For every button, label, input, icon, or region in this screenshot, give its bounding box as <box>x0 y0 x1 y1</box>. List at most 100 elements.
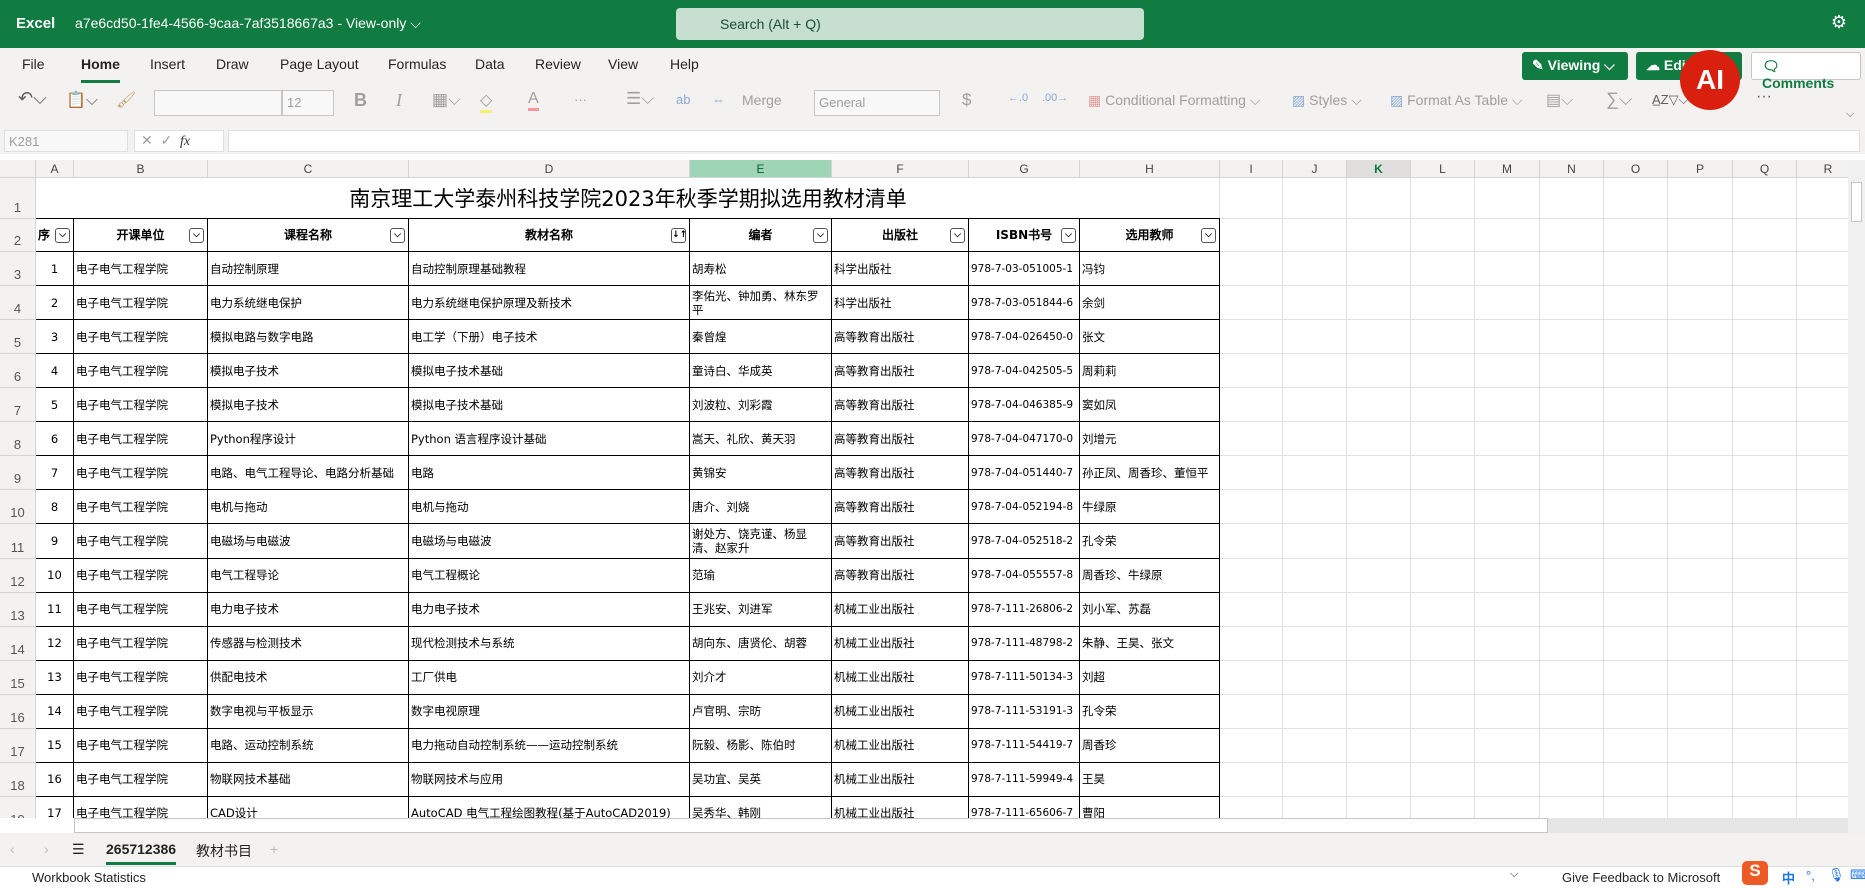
ribbon-expand-icon[interactable]: ⌵ <box>1846 108 1854 121</box>
column-header-L[interactable]: L <box>1411 160 1475 178</box>
department-cell[interactable]: 电子电气工程学院 <box>74 490 208 525</box>
editor-cell[interactable]: 卢官明、宗昉 <box>690 694 832 729</box>
teacher-cell[interactable]: 周莉莉 <box>1080 354 1220 389</box>
teacher-cell[interactable]: 窦如凤 <box>1080 388 1220 423</box>
isbn-cell[interactable]: 978-7-111-26806-2 <box>969 592 1080 627</box>
teacher-cell[interactable]: 牛绿原 <box>1080 490 1220 525</box>
row-header[interactable]: 18 <box>0 762 36 797</box>
department-cell[interactable]: 电子电气工程学院 <box>74 558 208 593</box>
editor-cell[interactable]: 刘波粒、刘彩霞 <box>690 388 832 423</box>
more-icon[interactable]: ··· <box>574 92 587 107</box>
teacher-cell[interactable]: 孔令荣 <box>1080 524 1220 559</box>
editor-cell[interactable]: 范瑜 <box>690 558 832 593</box>
course-cell[interactable]: 电机与拖动 <box>208 490 409 525</box>
bold-button[interactable]: B <box>354 90 367 111</box>
textbook-cell[interactable]: 电力系统继电保护原理及新技术 <box>409 286 690 321</box>
column-header-G[interactable]: G <box>969 160 1080 178</box>
publisher-cell[interactable]: 机械工业出版社 <box>832 660 969 695</box>
publisher-cell[interactable]: 高等教育出版社 <box>832 354 969 389</box>
filter-dropdown-icon[interactable]: ⌵ <box>813 228 828 243</box>
publisher-cell[interactable]: 高等教育出版社 <box>832 320 969 355</box>
column-header-N[interactable]: N <box>1540 160 1604 178</box>
department-cell[interactable]: 电子电气工程学院 <box>74 728 208 763</box>
course-cell[interactable]: 电气工程导论 <box>208 558 409 593</box>
row-header[interactable]: 1 <box>0 178 36 219</box>
seq-cell[interactable]: 7 <box>36 456 74 491</box>
borders-icon[interactable]: ▦⌵ <box>432 90 461 110</box>
more-options-icon[interactable]: ··· <box>1756 88 1772 106</box>
tab-page-layout[interactable]: Page Layout <box>280 56 359 72</box>
isbn-cell[interactable]: 978-7-04-052518-2 <box>969 524 1080 559</box>
editor-cell[interactable]: 阮毅、杨影、陈伯时 <box>690 728 832 763</box>
department-cell[interactable]: 电子电气工程学院 <box>74 694 208 729</box>
editor-cell[interactable]: 刘介才 <box>690 660 832 695</box>
decrease-decimal-icon[interactable]: .00→ <box>1042 92 1068 104</box>
filter-dropdown-icon[interactable]: ⌵ <box>390 228 405 243</box>
align-icon[interactable]: ☰⌵ <box>626 89 654 109</box>
punctuation-icon[interactable]: °, <box>1806 868 1815 883</box>
insert-cells-icon[interactable]: ▤⌵ <box>1546 90 1573 110</box>
textbook-cell[interactable]: 电路 <box>409 456 690 491</box>
tab-home[interactable]: Home <box>81 56 120 83</box>
viewing-button[interactable]: ✎ Viewing ⌵ <box>1522 52 1628 80</box>
document-title[interactable]: a7e6cd50-1fe4-4566-9caa-7af3518667a3 - V… <box>75 15 421 32</box>
publisher-cell[interactable]: 机械工业出版社 <box>832 694 969 729</box>
row-header[interactable]: 5 <box>0 320 36 355</box>
textbook-cell[interactable]: 电力拖动自动控制系统——运动控制系统 <box>409 728 690 763</box>
isbn-cell[interactable]: 978-7-04-052194-8 <box>969 490 1080 525</box>
textbook-cell[interactable]: 自动控制原理基础教程 <box>409 252 690 287</box>
tab-help[interactable]: Help <box>670 56 699 72</box>
feedback-link[interactable]: Give Feedback to Microsoft <box>1562 870 1720 885</box>
fx-icon[interactable]: fx <box>180 134 190 149</box>
wrap-text-icon[interactable]: ab <box>676 92 690 107</box>
teacher-cell[interactable]: 周香珍、牛绿原 <box>1080 558 1220 593</box>
department-cell[interactable]: 电子电气工程学院 <box>74 286 208 321</box>
row-header[interactable]: 14 <box>0 626 36 661</box>
filter-dropdown-icon[interactable]: ⌵ <box>950 228 965 243</box>
formula-input[interactable] <box>228 130 1860 152</box>
seq-cell[interactable]: 15 <box>36 728 74 763</box>
course-cell[interactable]: 模拟电路与数字电路 <box>208 320 409 355</box>
isbn-cell[interactable]: 978-7-111-54419-7 <box>969 728 1080 763</box>
isbn-cell[interactable]: 978-7-111-48798-2 <box>969 626 1080 661</box>
textbook-cell[interactable]: 电磁场与电磁波 <box>409 524 690 559</box>
filter-dropdown-icon[interactable]: ↓↑ <box>671 228 687 243</box>
row-header[interactable]: 10 <box>0 490 36 525</box>
department-cell[interactable]: 电子电气工程学院 <box>74 762 208 797</box>
scrollbar-thumb[interactable] <box>74 818 1548 833</box>
department-cell[interactable]: 电子电气工程学院 <box>74 320 208 355</box>
row-header[interactable]: 4 <box>0 286 36 321</box>
number-format-select[interactable]: General <box>814 90 940 116</box>
format-painter-icon[interactable]: 🖌 <box>116 90 136 110</box>
tab-draw[interactable]: Draw <box>216 56 249 72</box>
row-header[interactable]: 7 <box>0 388 36 423</box>
department-cell[interactable]: 电子电气工程学院 <box>74 388 208 423</box>
teacher-cell[interactable]: 孙正凤、周香珍、董恒平 <box>1080 456 1220 491</box>
seq-cell[interactable]: 3 <box>36 320 74 355</box>
department-cell[interactable]: 电子电气工程学院 <box>74 626 208 661</box>
textbook-cell[interactable]: 工厂供电 <box>409 660 690 695</box>
sheet-tab[interactable]: 教材书目 <box>196 841 252 861</box>
seq-cell[interactable]: 2 <box>36 286 74 321</box>
tab-data[interactable]: Data <box>475 56 505 72</box>
column-header-F[interactable]: F <box>832 160 969 178</box>
seq-cell[interactable]: 14 <box>36 694 74 729</box>
tab-insert[interactable]: Insert <box>150 56 185 72</box>
row-header[interactable]: 3 <box>0 252 36 287</box>
prev-sheet-icon[interactable]: ‹ <box>10 841 15 857</box>
teacher-cell[interactable]: 冯钧 <box>1080 252 1220 287</box>
keyboard-icon[interactable]: ⌨ <box>1850 867 1865 883</box>
editor-cell[interactable]: 吴秀华、韩刚 <box>690 796 832 818</box>
publisher-cell[interactable]: 机械工业出版社 <box>832 728 969 763</box>
search-input[interactable]: Search (Alt + Q) <box>676 8 1144 40</box>
course-cell[interactable]: 物联网技术基础 <box>208 762 409 797</box>
name-box[interactable]: K281 <box>4 130 128 152</box>
isbn-cell[interactable]: 978-7-111-59949-4 <box>969 762 1080 797</box>
format-as-table-button[interactable]: ▨ Format As Table ⌵ <box>1390 92 1523 109</box>
column-header-C[interactable]: C <box>208 160 409 178</box>
publisher-cell[interactable]: 高等教育出版社 <box>832 456 969 491</box>
course-cell[interactable]: 模拟电子技术 <box>208 354 409 389</box>
publisher-cell[interactable]: 高等教育出版社 <box>832 558 969 593</box>
course-cell[interactable]: 电力电子技术 <box>208 592 409 627</box>
clipboard-icon[interactable]: 📋⌵ <box>66 90 98 110</box>
